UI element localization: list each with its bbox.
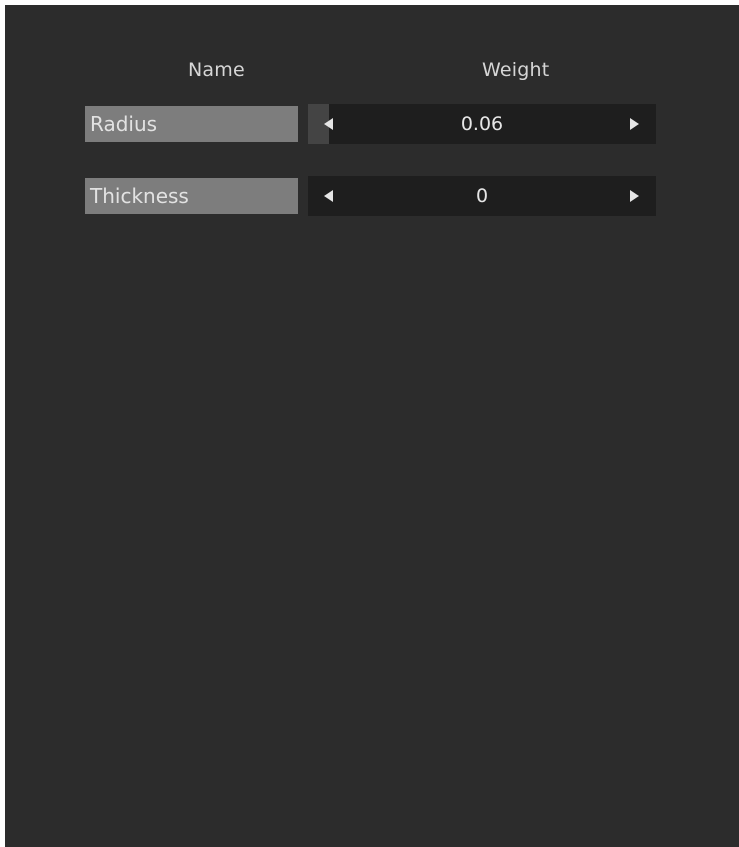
triangle-left-icon (323, 118, 333, 130)
param-name-field[interactable]: Thickness (85, 178, 298, 214)
column-header-name: Name (188, 59, 245, 81)
triangle-left-icon (323, 190, 333, 202)
weight-stepper[interactable]: 0.06 (308, 104, 656, 144)
decrement-button[interactable] (314, 104, 342, 144)
weight-stepper[interactable]: 0 (308, 176, 656, 216)
stepper-value[interactable]: 0 (348, 176, 616, 216)
triangle-right-icon (629, 118, 639, 130)
parameters-panel: Name Weight Radius 0.06 Thickness 0 (5, 5, 739, 847)
param-row-radius: Radius 0.06 (85, 104, 656, 144)
increment-button[interactable] (620, 176, 648, 216)
decrement-button[interactable] (314, 176, 342, 216)
stepper-value[interactable]: 0.06 (348, 104, 616, 144)
column-header-weight: Weight (482, 59, 550, 81)
triangle-right-icon (629, 190, 639, 202)
increment-button[interactable] (620, 104, 648, 144)
param-row-thickness: Thickness 0 (85, 176, 656, 216)
param-name-field[interactable]: Radius (85, 106, 298, 142)
